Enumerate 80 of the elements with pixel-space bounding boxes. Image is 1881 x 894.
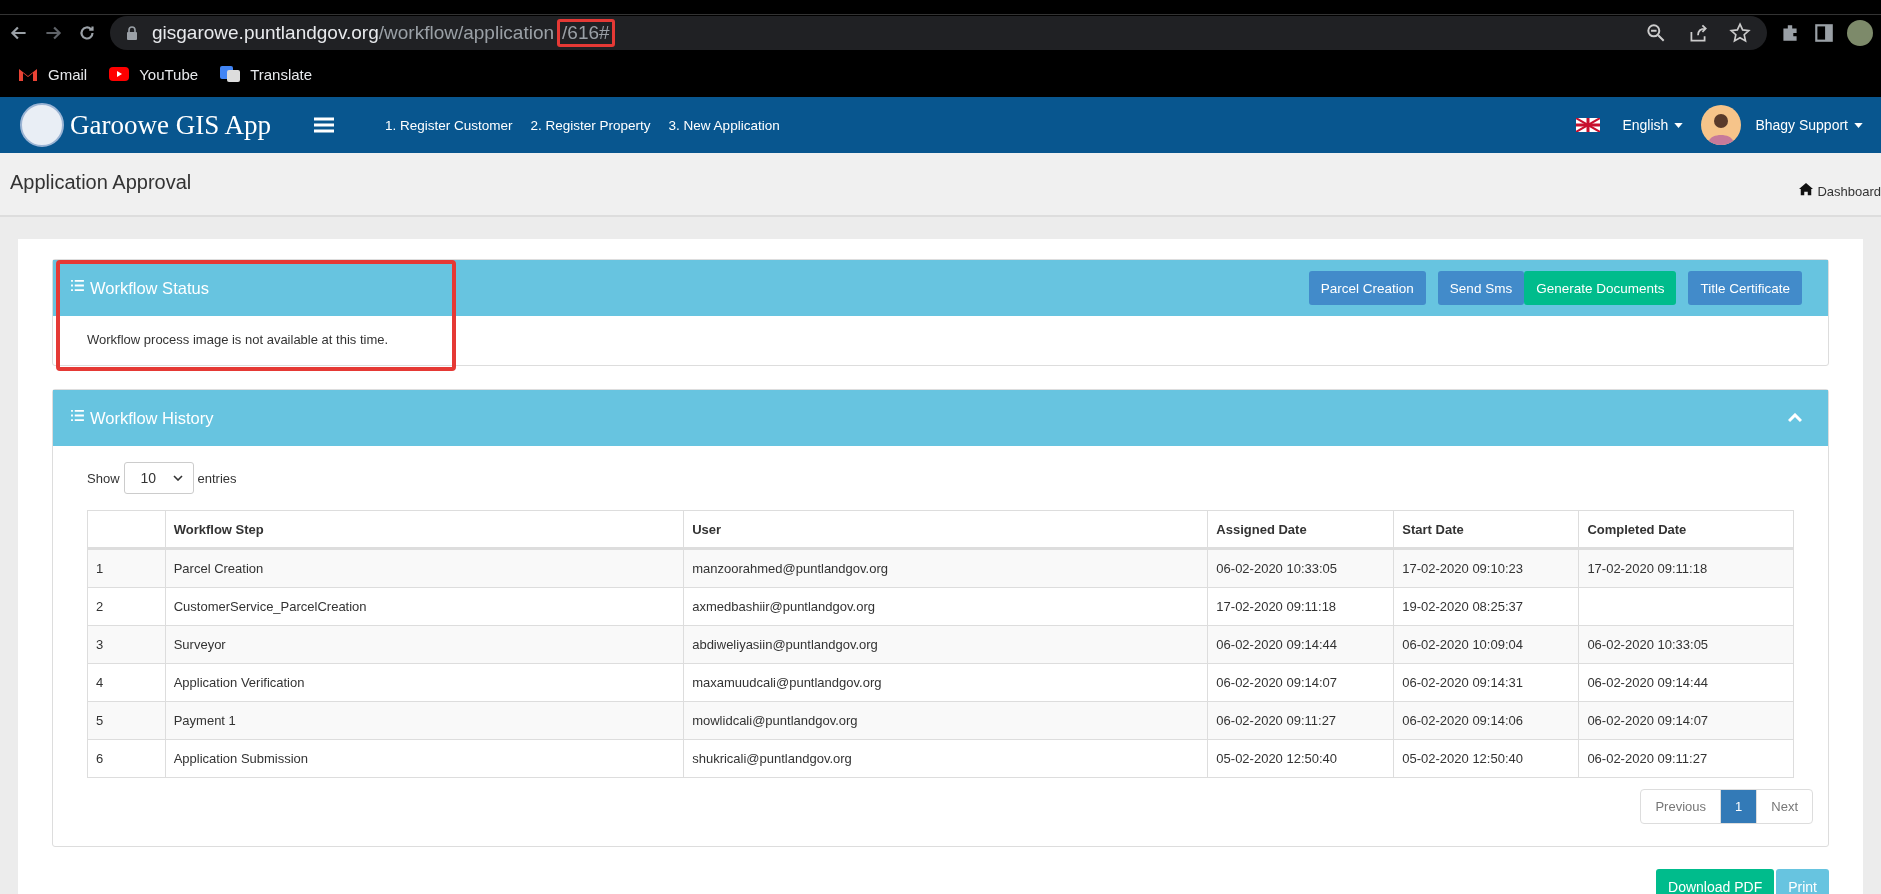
table-cell: Payment 1 bbox=[165, 701, 684, 740]
table-cell: 1 bbox=[87, 548, 166, 588]
address-bar[interactable]: gisgarowe.puntlandgov.org/workflow/application /616# bbox=[110, 16, 1767, 50]
action-button[interactable]: Title Certificate bbox=[1688, 271, 1802, 305]
table-cell: 06-02-2020 09:11:27 bbox=[1207, 701, 1394, 740]
caret-icon bbox=[1674, 122, 1684, 128]
table-cell: mowlidcali@puntlandgov.org bbox=[683, 701, 1208, 740]
star-icon[interactable] bbox=[1729, 22, 1751, 44]
language-dropdown[interactable]: English bbox=[1622, 117, 1684, 133]
page-title: Application Approval bbox=[10, 171, 192, 195]
table-cell: Surveyor bbox=[165, 625, 684, 664]
table-cell: 17-02-2020 09:11:18 bbox=[1207, 587, 1394, 626]
logo-seal-icon bbox=[20, 103, 64, 147]
panel-title: Workflow History bbox=[90, 408, 214, 428]
table-cell: 06-02-2020 09:14:44 bbox=[1207, 625, 1394, 664]
table-cell: 06-02-2020 10:09:04 bbox=[1393, 625, 1579, 664]
table-cell: 3 bbox=[87, 625, 166, 664]
nav-link[interactable]: 2. Register Property bbox=[530, 117, 651, 133]
entries-label: entries bbox=[197, 470, 237, 486]
url-id: /616# bbox=[557, 19, 615, 47]
flag-icon bbox=[1576, 118, 1601, 132]
list-icon bbox=[71, 409, 84, 421]
side-panel-icon[interactable] bbox=[1813, 22, 1835, 44]
table-cell: 05-02-2020 12:50:40 bbox=[1393, 739, 1579, 778]
table-cell: Application Submission bbox=[165, 739, 684, 778]
table-cell: 17-02-2020 09:10:23 bbox=[1393, 548, 1579, 588]
chevron-down-icon bbox=[172, 475, 183, 481]
table-cell: 06-02-2020 09:14:31 bbox=[1393, 663, 1579, 702]
app-title[interactable]: Garoowe GIS App bbox=[70, 109, 271, 141]
profile-avatar[interactable] bbox=[1847, 20, 1873, 46]
status-message: Workflow process image is not available at this time. bbox=[87, 332, 390, 347]
table-cell: 05-02-2020 12:50:40 bbox=[1207, 739, 1394, 778]
translate-icon bbox=[220, 66, 241, 82]
nav-link[interactable]: 1. Register Customer bbox=[385, 117, 513, 133]
table-cell: 5 bbox=[87, 701, 166, 740]
table-cell: abdiweliyasiin@puntlandgov.org bbox=[683, 625, 1208, 664]
url-path: /workflow/application bbox=[378, 22, 555, 44]
entries-select[interactable]: 10 bbox=[123, 462, 194, 494]
action-button[interactable]: Parcel Creation bbox=[1308, 271, 1426, 305]
table-cell: 6 bbox=[87, 739, 166, 778]
table-cell: 06-02-2020 09:14:06 bbox=[1393, 701, 1579, 740]
breadcrumb-link[interactable]: Dashboard bbox=[1817, 184, 1881, 199]
table-cell: 06-02-2020 09:14:44 bbox=[1578, 663, 1794, 702]
action-button[interactable]: Send Sms bbox=[1437, 271, 1525, 305]
panel-title: Workflow Status bbox=[90, 278, 209, 298]
lock-icon bbox=[126, 26, 138, 40]
nav-link[interactable]: 3. New Application bbox=[668, 117, 780, 133]
list-icon bbox=[71, 279, 84, 291]
pagination-button[interactable]: 1 bbox=[1720, 790, 1757, 823]
table-cell: manzoorahmed@puntlandgov.org bbox=[683, 548, 1208, 588]
url-host: gisgarowe.puntlandgov.org bbox=[152, 22, 379, 44]
table-cell: maxamuudcali@puntlandgov.org bbox=[683, 663, 1208, 702]
table-cell: 06-02-2020 10:33:05 bbox=[1207, 548, 1394, 588]
bookmark[interactable]: Gmail bbox=[18, 65, 88, 83]
table-cell: 19-02-2020 08:25:37 bbox=[1393, 587, 1579, 626]
table-cell: 06-02-2020 09:14:07 bbox=[1578, 701, 1794, 740]
home-icon bbox=[1799, 182, 1814, 196]
caret-icon bbox=[1854, 122, 1863, 128]
show-label: Show bbox=[87, 470, 120, 486]
zoom-out-icon[interactable] bbox=[1645, 22, 1667, 44]
play-icon bbox=[109, 66, 130, 82]
table-cell: 06-02-2020 10:33:05 bbox=[1578, 625, 1794, 664]
table-cell: CustomerService_ParcelCreation bbox=[165, 587, 684, 626]
pagination-button[interactable]: Previous bbox=[1641, 790, 1721, 823]
table-cell: 2 bbox=[87, 587, 166, 626]
table-cell: 06-02-2020 09:14:07 bbox=[1207, 663, 1394, 702]
table-cell: Application Verification bbox=[165, 663, 684, 702]
mail-icon bbox=[18, 66, 38, 82]
table-cell: shukricali@puntlandgov.org bbox=[683, 739, 1208, 778]
table-cell: 06-02-2020 09:11:27 bbox=[1578, 739, 1794, 778]
table-cell: axmedbashiir@puntlandgov.org bbox=[683, 587, 1208, 626]
pagination-button[interactable]: Next bbox=[1756, 790, 1812, 823]
user-dropdown[interactable]: Bhagy Support bbox=[1755, 117, 1863, 133]
table-cell: Parcel Creation bbox=[165, 548, 684, 588]
table-cell: 4 bbox=[87, 663, 166, 702]
bookmark[interactable]: YouTube bbox=[109, 65, 199, 83]
bookmark[interactable]: Translate bbox=[220, 65, 313, 83]
user-avatar-icon bbox=[1701, 105, 1742, 145]
menu-icon[interactable] bbox=[313, 117, 335, 133]
table-cell: 17-02-2020 09:11:18 bbox=[1578, 548, 1794, 588]
